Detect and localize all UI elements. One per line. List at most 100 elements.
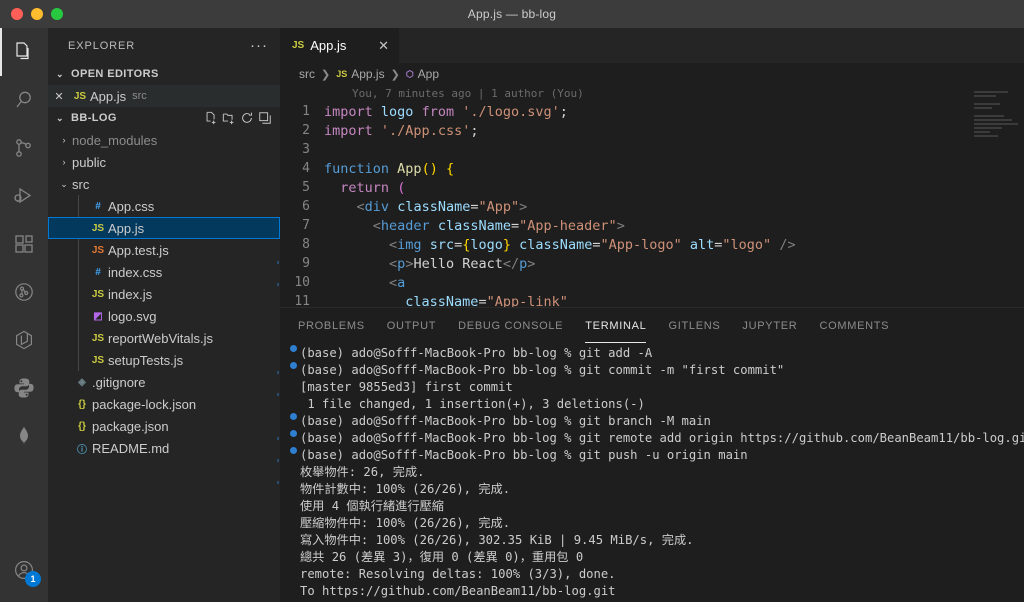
breadcrumb: src ❯ JS App.js ❯ ⬡ App [280, 63, 1024, 85]
tree-item-label: node_modules [72, 132, 158, 148]
account-badge: 1 [25, 571, 41, 587]
line-number: 7 [302, 218, 310, 233]
tree-item-label: README.md [92, 440, 170, 456]
collapse-all-icon[interactable] [258, 111, 272, 125]
symbol-icon: ⬡ [405, 68, 414, 79]
activity-extensions[interactable] [0, 220, 48, 268]
section-project-bb-log[interactable]: ⌄ BB-LOG [48, 107, 280, 129]
tree-item-label: index.js [108, 286, 153, 302]
project-label: BB-LOG [71, 112, 117, 124]
close-icon[interactable]: ✕ [48, 90, 70, 103]
breadcrumb-item-src[interactable]: src [299, 67, 315, 81]
tree-item[interactable]: JS setupTests.js [48, 349, 280, 371]
terminal-line-text: (base) ado@Sofff-MacBook-Pro bb-log % gi… [300, 363, 785, 377]
tree-item[interactable]: ⓘ README.md [48, 437, 280, 459]
code-text: return ( [340, 179, 406, 196]
terminal-line-text: (base) ado@Sofff-MacBook-Pro bb-log % gi… [300, 346, 653, 360]
tree-item[interactable]: ◩ logo.svg [48, 305, 280, 327]
activity-search[interactable] [0, 76, 48, 124]
terminal-line: (base) ado@Sofff-MacBook-Pro bb-log % gi… [286, 345, 1024, 362]
tree-item[interactable]: › node_modules [48, 129, 280, 151]
open-editor-folder: src [132, 90, 147, 102]
json-file-icon: {} [78, 420, 86, 432]
tree-item-label: src [72, 176, 90, 192]
line-number: 9 [302, 256, 310, 271]
code-line: 4 function App() { [280, 159, 1024, 178]
new-file-icon[interactable] [204, 111, 218, 125]
activity-explorer[interactable] [0, 28, 48, 76]
code-line: 6 <div className="App"> [280, 197, 1024, 216]
new-folder-icon[interactable] [222, 111, 236, 125]
panel-tab-comments[interactable]: COMMENTS [819, 308, 889, 343]
terminal-command-decoration [286, 413, 300, 420]
activity-source-control[interactable] [0, 124, 48, 172]
panel-tab-output[interactable]: OUTPUT [387, 308, 436, 343]
js-file-icon: JS [91, 288, 105, 300]
command-success-dot-icon [289, 430, 297, 437]
section-open-editors[interactable]: ⌄ OPEN EDITORS [48, 63, 280, 85]
chevron-down-icon: ⌄ [56, 112, 64, 123]
close-icon[interactable]: ✕ [364, 38, 389, 54]
panel-tab-terminal[interactable]: TERMINAL [585, 308, 647, 343]
line-number: 3 [302, 142, 310, 157]
breadcrumb-item-file[interactable]: App.js [351, 67, 384, 81]
js-file-icon: JS [91, 332, 105, 344]
open-editor-item[interactable]: ✕ JS App.js src [48, 85, 280, 107]
panel-tab-gitlens[interactable]: GITLENS [668, 308, 720, 343]
line-number: 6 [302, 199, 310, 214]
files-icon [16, 42, 29, 60]
breadcrumb-item-symbol[interactable]: App [418, 67, 439, 81]
refresh-icon[interactable] [240, 111, 254, 125]
tree-item[interactable]: JS reportWebVitals.js [48, 327, 280, 349]
activity-python[interactable] [0, 364, 48, 412]
sidebar-explorer: EXPLORER ··· ⌄ OPEN EDITORS ✕ JS App.js … [48, 28, 280, 602]
panel-tab-debug-console[interactable]: DEBUG CONSOLE [458, 308, 563, 343]
tree-item-label: App.js [108, 220, 145, 236]
terminal-line: 物件計數中: 100% (26/26), 完成. [286, 481, 1024, 498]
tree-item-label: .gitignore [92, 374, 146, 390]
bottom-panel: PROBLEMS OUTPUT DEBUG CONSOLE TERMINAL GITLE… [280, 307, 1024, 602]
tree-item[interactable]: JS index.js [48, 283, 280, 305]
activity-run-debug[interactable] [0, 172, 48, 220]
command-success-dot-icon [289, 362, 297, 369]
terminal-output[interactable]: (base) ado@Sofff-MacBook-Pro bb-log % gi… [280, 343, 1024, 602]
tree-item[interactable]: {} package-lock.json [48, 393, 280, 415]
tree-item-label: package-lock.json [92, 396, 197, 412]
code-editor[interactable]: You, 7 minutes ago | 1 author (You) 1 im… [280, 85, 1024, 307]
activity-gitlens[interactable] [0, 268, 48, 316]
workbench: 1 EXPLORER ··· ⌄ OPEN EDITORS ✕ JS App.j… [0, 28, 1024, 602]
tree-item-selected[interactable]: JS App.js [48, 217, 280, 239]
git-file-icon: ◈ [78, 376, 86, 388]
tab-label: App.js [310, 38, 347, 53]
tree-item-label: package.json [92, 418, 169, 434]
tree-item[interactable]: ◈ .gitignore [48, 371, 280, 393]
editor-tabs: JS App.js ✕ [280, 28, 1024, 63]
terminal-line: [master 9855ed3] first commit [286, 379, 1024, 396]
activity-account[interactable]: 1 [0, 546, 48, 594]
panel-tab-jupyter[interactable]: JUPYTER [742, 308, 797, 343]
tab-app-js[interactable]: JS App.js ✕ [280, 28, 400, 63]
tree-item[interactable]: › public [48, 151, 280, 173]
terminal-line: 壓縮物件中: 100% (26/26), 完成. [286, 515, 1024, 532]
tree-item[interactable]: # index.css [48, 261, 280, 283]
tree-item[interactable]: JS App.test.js [48, 239, 280, 261]
json-file-icon: {} [78, 398, 86, 410]
activity-jupyter[interactable] [0, 316, 48, 364]
activity-mongodb[interactable] [0, 412, 48, 460]
tree-item[interactable]: ⌄ src [48, 173, 280, 195]
panel-tab-problems[interactable]: PROBLEMS [298, 308, 365, 343]
code-text: className="App-link" [405, 293, 568, 308]
tree-item[interactable]: # App.css [48, 195, 280, 217]
terminal-line-text: (base) ado@Sofff-MacBook-Pro bb-log % gi… [300, 414, 711, 428]
source-control-icon [16, 139, 31, 157]
activity-bar: 1 [0, 28, 48, 602]
vscode-window: App.js — bb-log 1 EXPLORER ··· ⌄ OPEN ED… [0, 0, 1024, 602]
minimap[interactable] [968, 85, 1024, 307]
explorer-more-actions-button[interactable]: ··· [250, 38, 272, 53]
terminal-line: 1 file changed, 1 insertion(+), 3 deleti… [286, 396, 1024, 413]
explorer-title-bar: EXPLORER ··· [48, 28, 280, 63]
command-success-dot-icon [289, 447, 297, 454]
code-text: function App() { [324, 160, 455, 177]
tree-item[interactable]: {} package.json [48, 415, 280, 437]
terminal-line-text: (base) ado@Sofff-MacBook-Pro bb-log % gi… [300, 431, 1024, 445]
